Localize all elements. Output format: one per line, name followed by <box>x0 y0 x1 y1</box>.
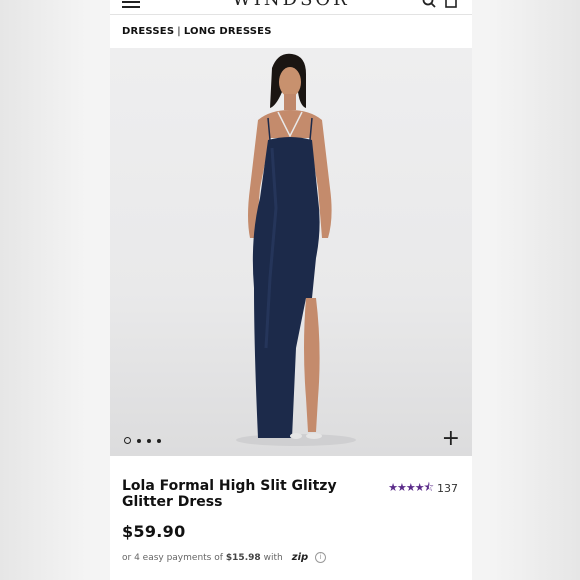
pagination-dot[interactable] <box>157 438 161 443</box>
product-title: Lola Formal High Slit Glitzy Glitter Dre… <box>122 478 337 510</box>
pagination-dot[interactable] <box>124 437 131 444</box>
header-actions <box>422 0 458 8</box>
installment-prefix: or 4 easy payments of <box>122 552 223 563</box>
breadcrumb-separator: | <box>177 26 181 37</box>
breadcrumb: DRESSES | LONG DRESSES <box>122 26 272 37</box>
pagination-dot[interactable] <box>147 438 151 443</box>
pagination-dot[interactable] <box>137 438 141 443</box>
product-image[interactable]: + <box>110 48 472 456</box>
search-icon[interactable] <box>422 0 436 8</box>
rating-stars-icon: ★★★★⯪ <box>388 481 434 494</box>
installment-amount: $15.98 <box>225 552 261 563</box>
installment-suffix: with <box>263 552 283 563</box>
breadcrumb-dresses[interactable]: DRESSES <box>122 26 174 37</box>
product-price: $59.90 <box>122 522 186 541</box>
top-bar: WINDSOR <box>110 0 472 15</box>
model-illustration <box>236 53 356 446</box>
installment-info: or 4 easy payments of $15.98 with zip i <box>122 552 327 563</box>
brand-logo[interactable]: WINDSOR <box>110 0 472 10</box>
shopping-bag-icon[interactable] <box>444 0 458 8</box>
review-count[interactable]: 137 <box>437 482 458 495</box>
product-page: WINDSOR DRESSES|LONG DRESSES <box>110 0 472 580</box>
product-rating[interactable]: ★★★★⯪ 137 <box>388 479 458 498</box>
info-icon[interactable]: i <box>315 552 327 563</box>
plus-icon[interactable]: + <box>442 428 460 450</box>
breadcrumb-long-dresses[interactable]: LONG DRESSES <box>184 26 272 37</box>
image-pagination <box>124 437 161 444</box>
zip-logo: zip <box>291 552 309 563</box>
